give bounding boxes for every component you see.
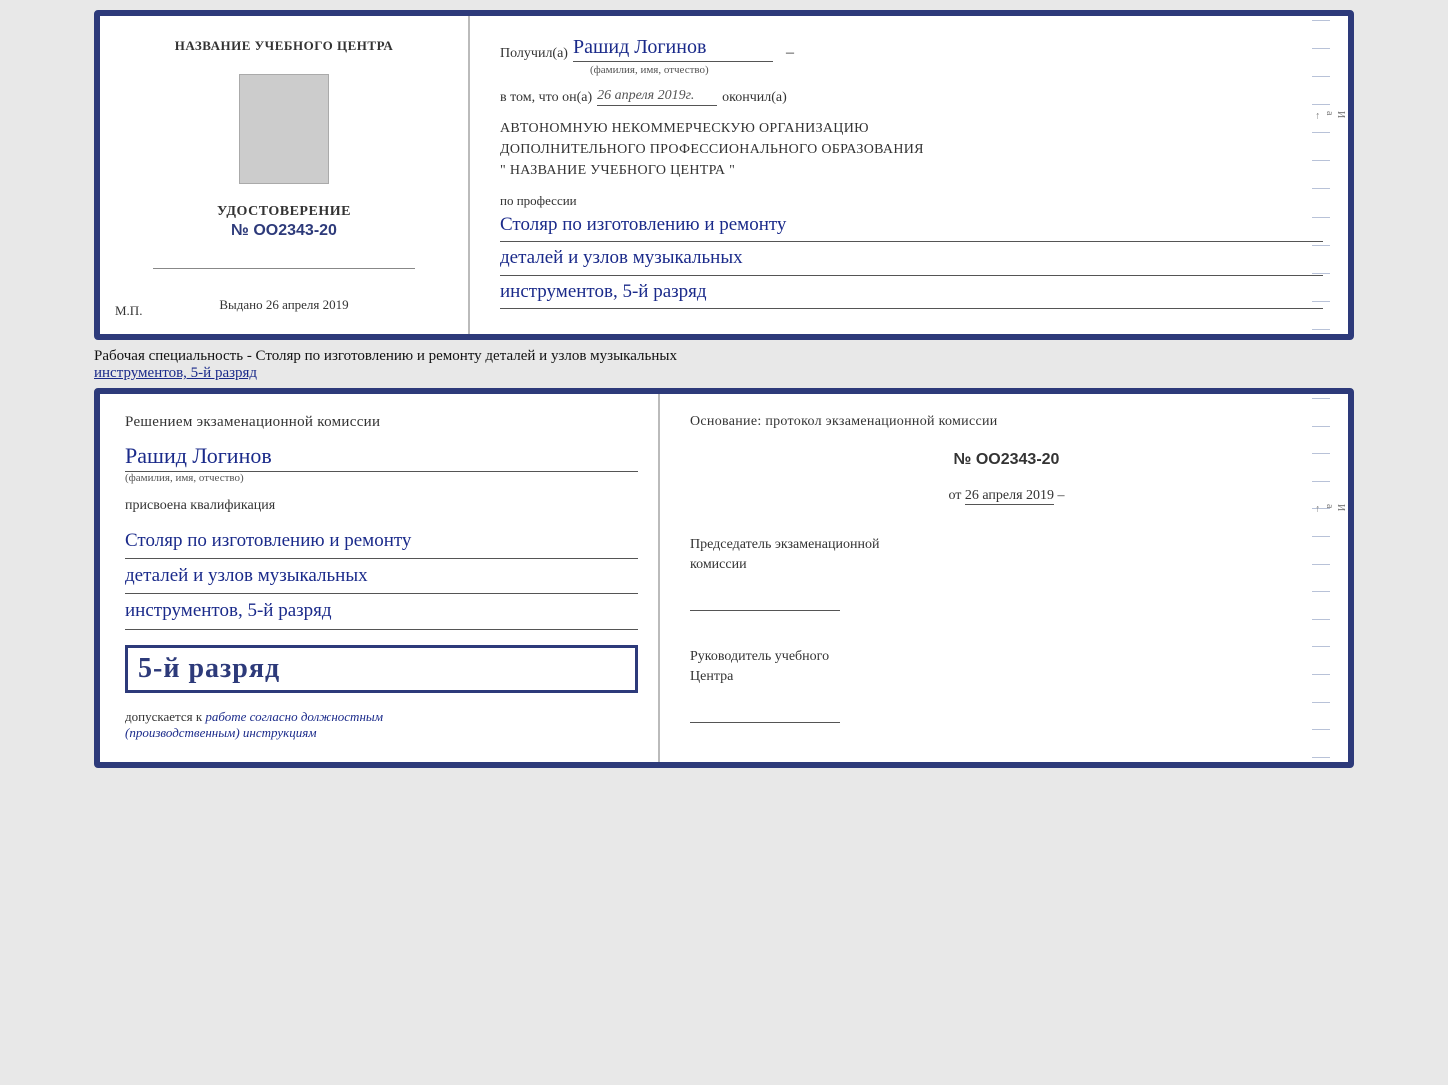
director-label2: Центра	[690, 669, 733, 684]
right-margin-deco	[1312, 16, 1330, 334]
org-quote: " НАЗВАНИЕ УЧЕБНОГО ЦЕНТРА "	[500, 160, 1323, 181]
specialty-label: Рабочая специальность - Столяр по изгото…	[94, 344, 1354, 384]
finished-label: окончил(а)	[722, 90, 787, 106]
side-text-И: Иа←	[1313, 111, 1346, 123]
assigned-label: присвоена квалификация	[125, 498, 638, 514]
cert-right-panel: Получил(а) Рашид Логинов – (фамилия, имя…	[470, 16, 1348, 334]
udost-title: УДОСТОВЕРЕНИЕ	[217, 204, 351, 220]
issued-block: Выдано 26 апреля 2019	[219, 297, 348, 313]
allowed-text2: (производственным) инструкциям	[125, 725, 317, 740]
specialty-text: Рабочая специальность - Столяр по изгото…	[94, 348, 677, 364]
commission-person-name: Рашид Логинов	[125, 443, 638, 472]
director-sign-line	[690, 722, 840, 723]
allowed-text: работе согласно должностным	[205, 709, 383, 724]
profession-label: по профессии	[500, 193, 1323, 209]
qualification-line2: деталей и узлов музыкальных	[125, 559, 638, 594]
qualification-line3: инструментов, 5-й разряд	[125, 594, 638, 629]
photo-placeholder	[239, 74, 329, 184]
basis-title: Основание: протокол экзаменационной коми…	[690, 414, 1323, 430]
separator-line	[153, 268, 415, 269]
received-line: Получил(а) Рашид Логинов –	[500, 36, 1323, 62]
fio-subtitle-bottom: (фамилия, имя, отчество)	[125, 472, 638, 484]
org-block: АВТОНОМНУЮ НЕКОММЕРЧЕСКУЮ ОРГАНИЗАЦИЮ ДО…	[500, 118, 1323, 181]
decision-title: Решением экзаменационной комиссии	[125, 414, 638, 431]
udost-number: № OO2343-20	[217, 222, 351, 240]
protocol-number: № OO2343-20	[690, 451, 1323, 469]
from-date-block: от 26 апреля 2019 –	[690, 488, 1323, 504]
commission-name-block: Рашид Логинов (фамилия, имя, отчество)	[125, 441, 638, 484]
profession-block: по профессии Столяр по изготовлению и ре…	[500, 193, 1323, 309]
allowed-label-text: допускается к	[125, 709, 202, 724]
director-label: Руководитель учебного Центра	[690, 647, 1323, 686]
director-label-text: Руководитель учебного	[690, 649, 829, 664]
top-certificate: НАЗВАНИЕ УЧЕБНОГО ЦЕНТРА УДОСТОВЕРЕНИЕ №…	[94, 10, 1354, 340]
side-text-bottom: Иа←	[1313, 504, 1346, 516]
profession-line3: инструментов, 5-й разряд	[500, 276, 1323, 309]
mp-label: М.П.	[115, 303, 142, 319]
from-label: от	[948, 488, 961, 503]
in-that-label: в том, что он(а)	[500, 90, 592, 106]
cert-udost-block: УДОСТОВЕРЕНИЕ № OO2343-20	[217, 204, 351, 240]
profession-line1: Столяр по изготовлению и ремонту	[500, 209, 1323, 242]
from-date-value: 26 апреля 2019	[965, 488, 1054, 505]
received-label: Получил(а)	[500, 46, 568, 62]
document-wrapper: НАЗВАНИЕ УЧЕБНОГО ЦЕНТРА УДОСТОВЕРЕНИЕ №…	[10, 10, 1438, 768]
org-line1: АВТОНОМНУЮ НЕКОММЕРЧЕСКУЮ ОРГАНИЗАЦИЮ	[500, 118, 1323, 139]
grade-box: 5-й разряд	[125, 645, 638, 693]
recipient-name: Рашид Логинов	[573, 36, 773, 62]
chairman-label: Председатель экзаменационной комиссии	[690, 535, 1323, 574]
grade-text: 5-й разряд	[138, 653, 280, 684]
chairman-label-text: Председатель экзаменационной	[690, 537, 879, 552]
fio-subtitle-top: (фамилия, имя, отчество)	[500, 64, 1323, 76]
dash-after-name: –	[786, 44, 794, 62]
specialty-text2: инструментов, 5-й разряд	[94, 365, 257, 381]
profession-line2: деталей и узлов музыкальных	[500, 242, 1323, 275]
bottom-left-panel: Решением экзаменационной комиссии Рашид …	[100, 394, 660, 762]
org-line2: ДОПОЛНИТЕЛЬНОГО ПРОФЕССИОНАЛЬНОГО ОБРАЗО…	[500, 139, 1323, 160]
qualification-line1: Столяр по изготовлению и ремонту	[125, 524, 638, 559]
chairman-label2: комиссии	[690, 557, 747, 572]
center-name-top: НАЗВАНИЕ УЧЕБНОГО ЦЕНТРА	[175, 38, 394, 54]
cert-left-panel: НАЗВАНИЕ УЧЕБНОГО ЦЕНТРА УДОСТОВЕРЕНИЕ №…	[100, 16, 470, 334]
right-margin-deco-bottom	[1312, 394, 1330, 762]
bottom-certificate: Решением экзаменационной комиссии Рашид …	[94, 388, 1354, 768]
from-dash: –	[1058, 488, 1065, 503]
profession-lines: Столяр по изготовлению и ремонту деталей…	[500, 209, 1323, 309]
allowed-block: допускается к работе согласно должностны…	[125, 709, 638, 741]
bottom-right-panel: Основание: протокол экзаменационной коми…	[660, 394, 1348, 762]
finish-date: 26 апреля 2019г.	[597, 88, 717, 106]
issued-date: 26 апреля 2019	[266, 297, 349, 312]
issued-label: Выдано	[219, 297, 262, 312]
qualification-block: Столяр по изготовлению и ремонту деталей…	[125, 524, 638, 630]
in-that-line: в том, что он(а) 26 апреля 2019г. окончи…	[500, 88, 1323, 106]
chairman-sign-line	[690, 610, 840, 611]
